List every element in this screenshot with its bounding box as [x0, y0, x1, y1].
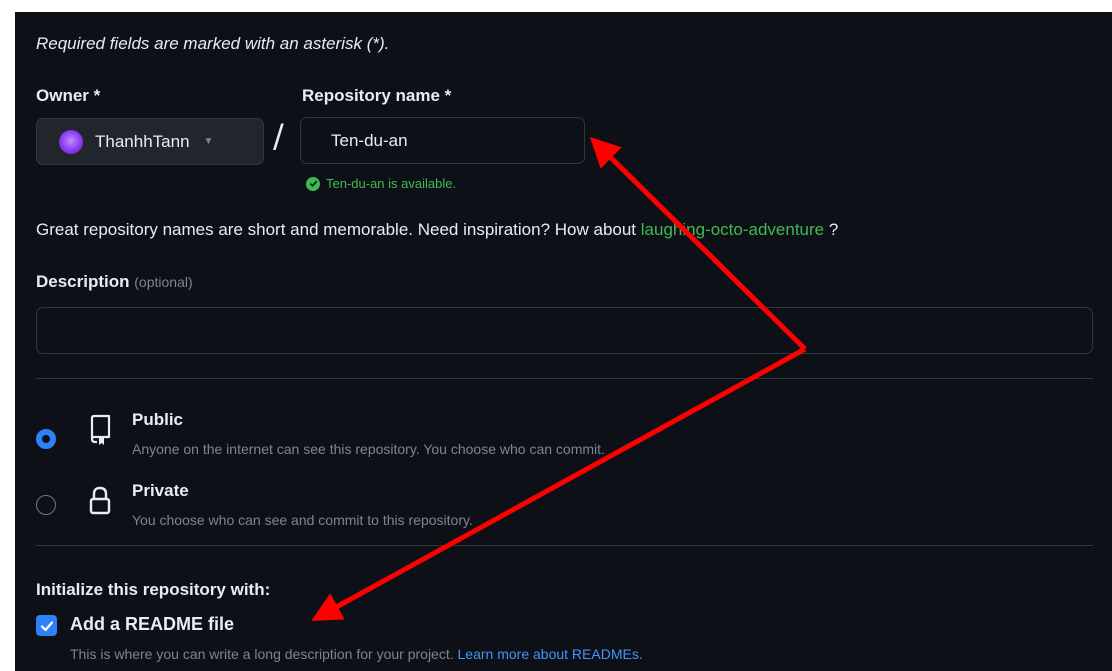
- new-repository-form: Required fields are marked with an aster…: [15, 12, 1112, 671]
- arrow-to-readme: [311, 346, 807, 621]
- annotation-arrows: [311, 136, 807, 621]
- arrow-to-repo-name: [589, 136, 807, 351]
